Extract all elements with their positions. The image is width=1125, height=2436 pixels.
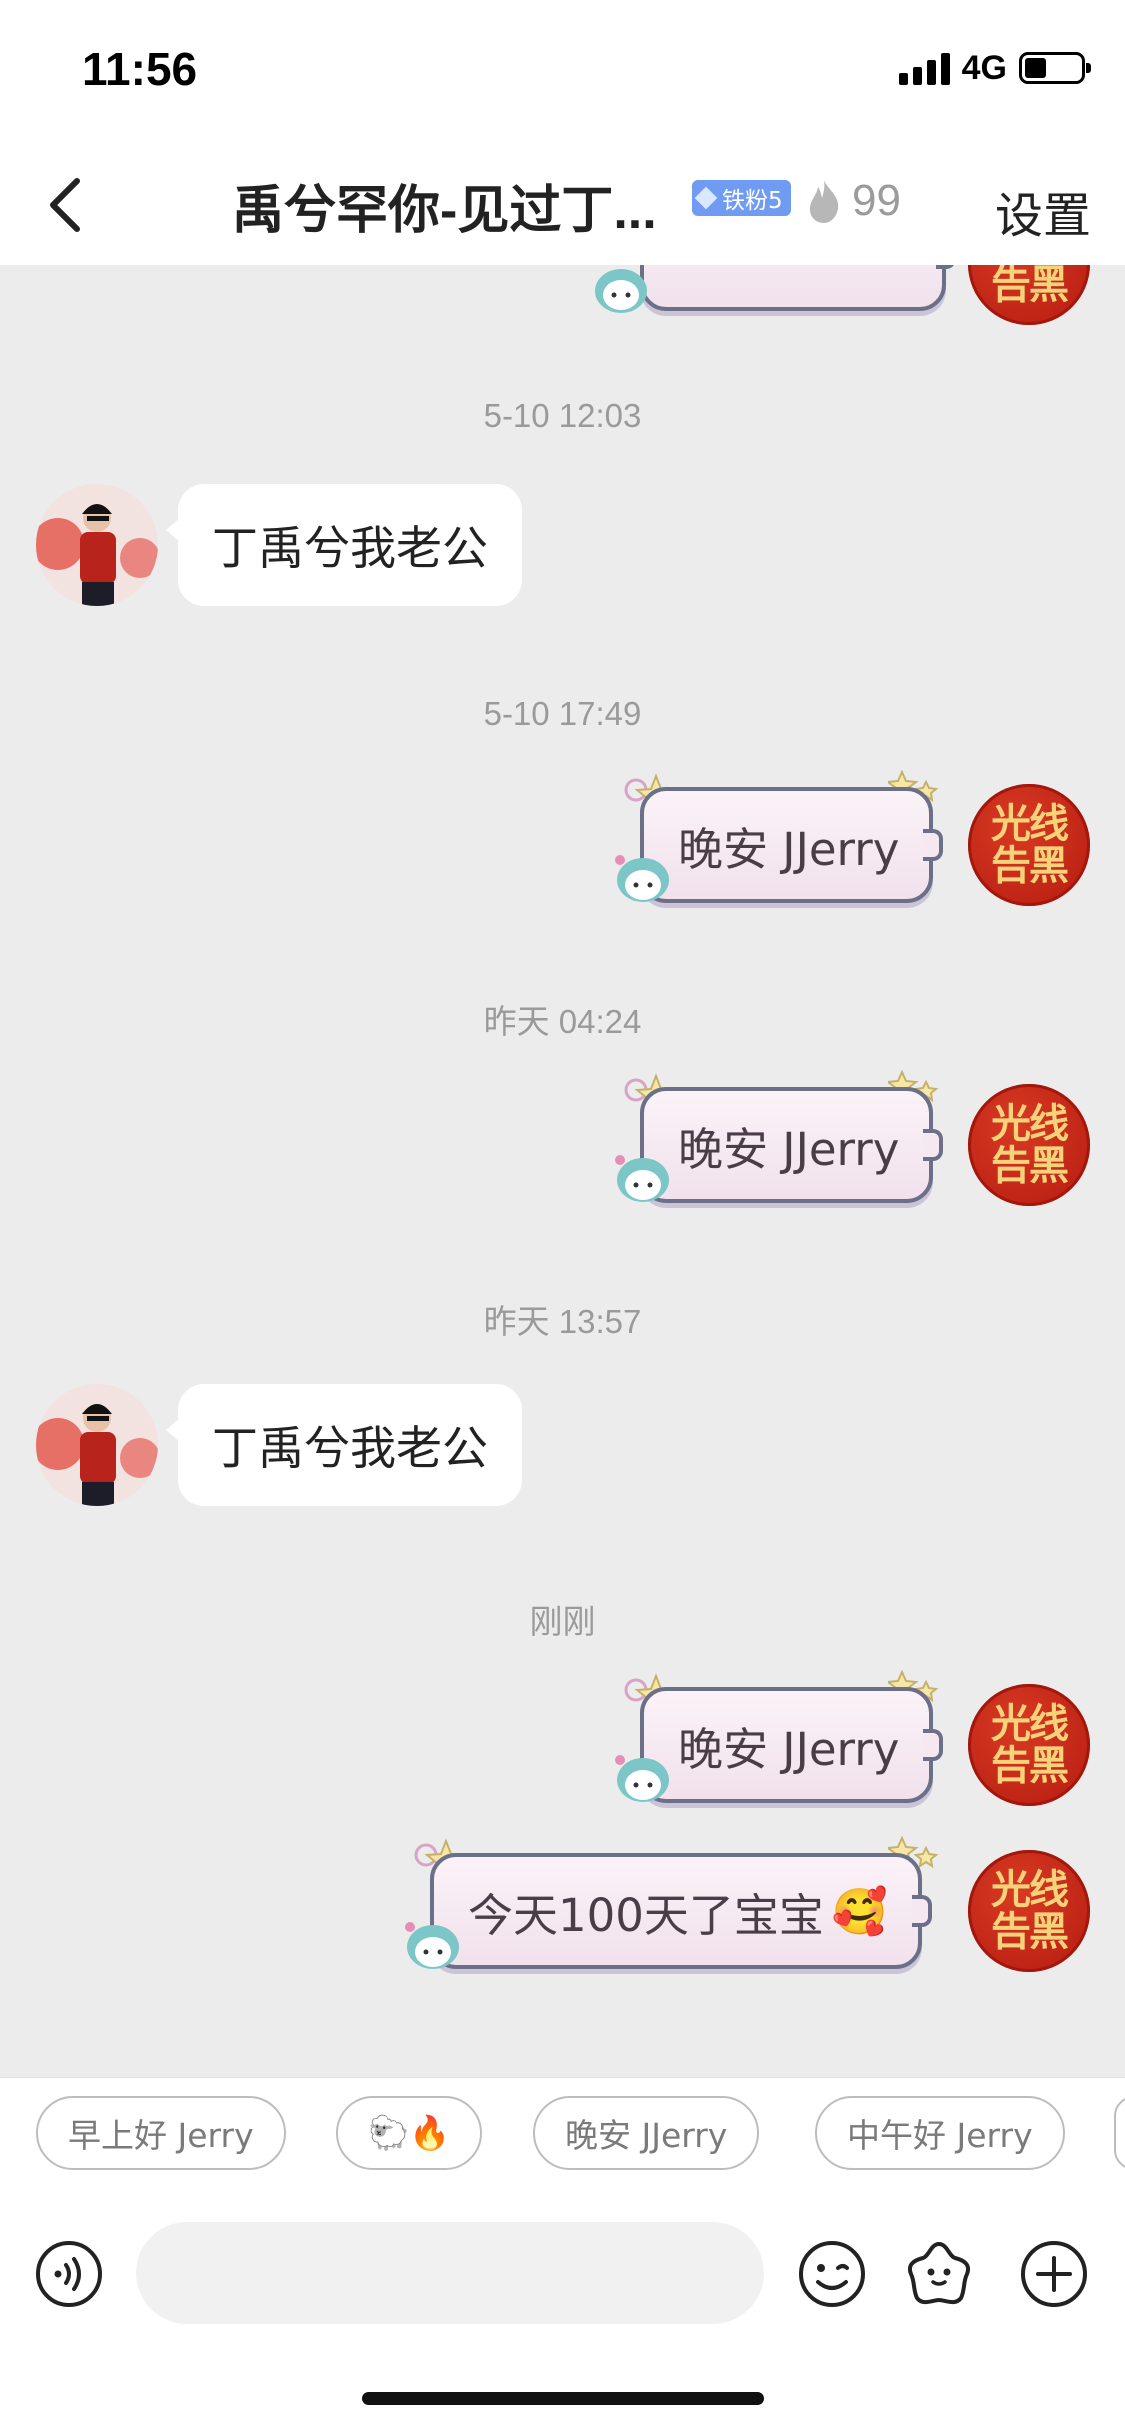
- voice-input-icon[interactable]: [33, 2238, 105, 2310]
- my-avatar-text: 光线告黑: [991, 1866, 1069, 1955]
- quick-reply-chip-partial[interactable]: [1114, 2096, 1125, 2170]
- settings-button[interactable]: 设置: [995, 176, 1091, 246]
- my-avatar[interactable]: 光线告黑: [968, 1084, 1090, 1206]
- smiling-face-with-hearts-icon: 🥰: [831, 1884, 888, 1938]
- my-avatar[interactable]: 光线告黑: [968, 1850, 1090, 1972]
- quick-reply-chip[interactable]: 早上好 Jerry: [36, 2096, 286, 2170]
- contact-photo: [36, 1384, 158, 1506]
- my-avatar[interactable]: 光线告黑: [968, 1684, 1090, 1806]
- contact-photo: [36, 484, 158, 606]
- status-indicators: 4G: [898, 48, 1091, 88]
- battery-icon: [1019, 52, 1091, 84]
- emoji-icon[interactable]: [796, 2238, 868, 2310]
- my-avatar-text: 光线告黑: [991, 1700, 1069, 1789]
- home-indicator[interactable]: [362, 2392, 764, 2405]
- add-icon[interactable]: [1018, 2238, 1090, 2310]
- anime-girl-sticker-icon: [615, 1755, 669, 1802]
- quick-reply-chip[interactable]: 中午好 Jerry: [815, 2096, 1065, 2170]
- message-bubble-partial[interactable]: [640, 265, 956, 311]
- back-button[interactable]: [30, 170, 100, 240]
- status-bar: 11:56 4G: [0, 0, 1125, 140]
- timestamp: 5-10 12:03: [483, 397, 642, 434]
- contact-avatar[interactable]: [36, 1384, 158, 1506]
- status-time: 11:56: [82, 43, 198, 95]
- anime-girl-sticker-icon: [595, 269, 647, 313]
- flame-icon: [809, 180, 839, 223]
- fan-level-label: 铁粉5: [722, 188, 783, 214]
- anime-girl-sticker-icon: [405, 1922, 459, 1969]
- diamond-icon: [694, 186, 718, 210]
- my-avatar-text: 光线告黑: [991, 1100, 1069, 1189]
- my-avatar[interactable]: 光线告黑: [968, 784, 1090, 906]
- my-avatar-text: 光线告黑: [991, 800, 1069, 889]
- chat-title[interactable]: 禹兮罕你-见过丁...: [232, 168, 657, 243]
- chat-header: 禹兮罕你-见过丁... 铁粉5 99 设置: [0, 140, 1125, 265]
- sent-message[interactable]: 晚安 JJerry: [640, 1087, 944, 1203]
- contact-avatar[interactable]: [36, 484, 158, 606]
- intimacy-flame[interactable]: 99: [806, 176, 901, 226]
- timestamp: 昨天 13:57: [483, 1303, 642, 1340]
- quick-reply-bar[interactable]: 早上好 Jerry 🐑🔥 晚安 JJerry 中午好 Jerry: [0, 2077, 1125, 2202]
- timestamp: 5-10 17:49: [483, 695, 642, 732]
- chevron-left-icon: [50, 178, 80, 232]
- quick-reply-chip[interactable]: 晚安 JJerry: [533, 2096, 760, 2170]
- sticker-icon[interactable]: [903, 2238, 975, 2310]
- fan-level-badge: 铁粉5: [692, 180, 791, 216]
- message-input[interactable]: [136, 2222, 764, 2324]
- timestamp: 昨天 04:24: [483, 1003, 642, 1040]
- network-type: 4G: [961, 48, 1007, 87]
- quick-reply-chip[interactable]: 🐑🔥: [336, 2096, 483, 2170]
- sent-message[interactable]: 晚安 JJerry: [640, 787, 944, 903]
- sent-message[interactable]: 晚安 JJerry: [640, 1687, 944, 1803]
- anime-girl-sticker-icon: [615, 855, 669, 902]
- sent-message[interactable]: 今天100天了宝宝 🥰: [430, 1853, 932, 1969]
- received-message[interactable]: 丁禹兮我老公: [166, 1384, 522, 1506]
- message-list[interactable]: 光线告黑 5-10 12:03 丁禹兮我老公 5-10 17:49 光线告黑 晚…: [0, 265, 1125, 2077]
- signal-icon: [898, 51, 950, 85]
- timestamp: 刚刚: [529, 1603, 596, 1640]
- my-avatar[interactable]: 光线告黑: [968, 265, 1090, 325]
- my-avatar-text: 光线告黑: [991, 265, 1069, 308]
- anime-girl-sticker-icon: [615, 1155, 669, 1202]
- flame-count: 99: [852, 176, 901, 225]
- received-message[interactable]: 丁禹兮我老公: [166, 484, 522, 606]
- sent-message-text: 今天100天了宝宝: [468, 1888, 824, 1942]
